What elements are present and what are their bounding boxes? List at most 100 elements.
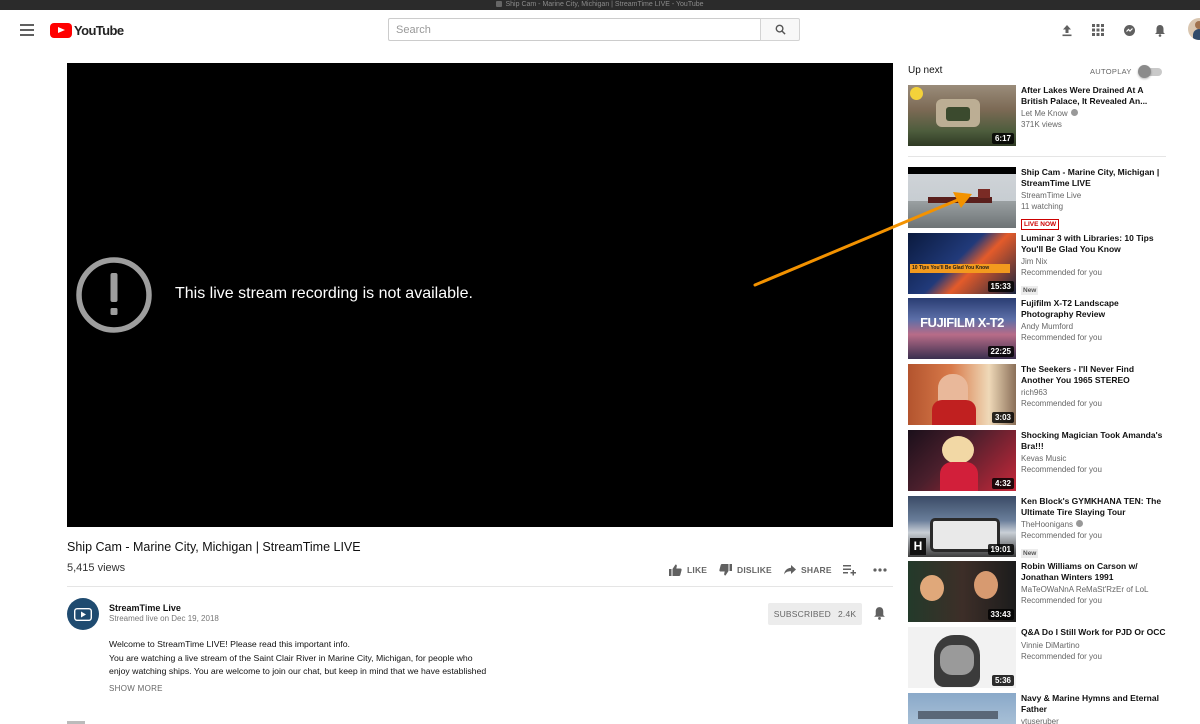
- video-duration: 22:25: [987, 346, 1014, 357]
- more-actions-button[interactable]: [873, 568, 887, 572]
- search-bar: [388, 18, 800, 41]
- video-card-title[interactable]: Ship Cam - Marine City, Michigan | Strea…: [1021, 167, 1166, 188]
- video-title: Ship Cam - Marine City, Michigan | Strea…: [67, 540, 361, 554]
- messages-icon[interactable]: [1121, 22, 1137, 38]
- favicon-icon: [496, 1, 503, 7]
- autoplay-toggle[interactable]: [1138, 65, 1162, 78]
- video-card-title[interactable]: After Lakes Were Drained At A British Pa…: [1021, 85, 1166, 106]
- video-thumbnail[interactable]: 33:43: [908, 561, 1016, 622]
- video-card-title[interactable]: Luminar 3 with Libraries: 10 Tips You'll…: [1021, 233, 1166, 254]
- up-next-heading: Up next: [908, 65, 943, 76]
- show-more-button[interactable]: SHOW MORE: [109, 684, 163, 693]
- video-thumbnail[interactable]: 6:17: [908, 85, 1016, 146]
- video-card-channel: MaTeOWaNnA ReMaSt'RzEr of LoL: [1021, 585, 1149, 594]
- video-card-watching: 11 watching: [1021, 202, 1064, 211]
- video-card-title[interactable]: Q&A Do I Still Work for PJD Or OCC: [1021, 627, 1166, 638]
- video-card[interactable]: 33:43 Robin Williams on Carson w/ Jonath…: [908, 561, 1166, 623]
- play-icon: [74, 607, 92, 621]
- video-thumbnail[interactable]: 3:03: [908, 364, 1016, 425]
- thumbs-up-icon: [669, 564, 682, 576]
- video-card-channel: vtuseruber: [1021, 717, 1059, 724]
- menu-icon[interactable]: [20, 24, 34, 36]
- video-duration: 5:36: [991, 675, 1014, 686]
- video-player[interactable]: This live stream recording is not availa…: [67, 63, 893, 527]
- logo-text: YouTube: [74, 22, 124, 38]
- video-card[interactable]: 10 Tips You'll Be Glad You Know 15:33 Lu…: [908, 233, 1166, 295]
- up-next-video-card[interactable]: 6:17 After Lakes Were Drained At A Briti…: [908, 85, 1166, 147]
- upload-icon[interactable]: [1059, 22, 1075, 38]
- video-card[interactable]: 5:36 Q&A Do I Still Work for PJD Or OCC …: [908, 627, 1166, 689]
- stream-date: Streamed live on Dec 19, 2018: [109, 614, 219, 623]
- video-duration: 15:33: [987, 281, 1014, 292]
- youtube-logo[interactable]: YouTube: [50, 22, 124, 38]
- search-button[interactable]: [760, 18, 800, 41]
- video-card-channel: rich963: [1021, 388, 1048, 397]
- browser-tab-title: Ship Cam - Marine City, Michigan | Strea…: [505, 1, 704, 8]
- video-card-channel: TheHoonigans: [1021, 519, 1166, 530]
- video-card[interactable]: 3:03 The Seekers - I'll Never Find Anoth…: [908, 364, 1166, 426]
- video-thumbnail[interactable]: [908, 693, 1016, 724]
- player-error-message: This live stream recording is not availa…: [175, 285, 473, 302]
- video-thumbnail[interactable]: [908, 167, 1016, 228]
- subscribe-label: SUBSCRIBED: [773, 609, 831, 619]
- video-card-title[interactable]: Fujifilm X-T2 Landscape Photography Revi…: [1021, 298, 1166, 319]
- video-description: Welcome to StreamTime LIVE! Please read …: [109, 638, 509, 679]
- description-line: You are watching a live stream of the Sa…: [109, 652, 473, 663]
- new-badge: New: [1021, 549, 1039, 558]
- video-duration: 33:43: [987, 609, 1014, 620]
- video-card-reason: Recommended for you: [1021, 651, 1102, 661]
- video-card-title[interactable]: Ken Block's GYMKHANA TEN: The Ultimate T…: [1021, 496, 1166, 517]
- video-card[interactable]: H 19:01 Ken Block's GYMKHANA TEN: The Ul…: [908, 496, 1166, 558]
- video-card-channel: Vinnie DiMartino: [1021, 640, 1080, 650]
- video-thumbnail[interactable]: FUJIFILM X-T2 22:25: [908, 298, 1016, 359]
- dislike-label: DISLIKE: [737, 565, 772, 575]
- autoplay-label: AUTOPLAY: [1090, 67, 1132, 76]
- video-card-title[interactable]: Shocking Magician Took Amanda's Bra!!!: [1021, 430, 1166, 451]
- browser-tab[interactable]: Ship Cam - Marine City, Michigan | Strea…: [0, 0, 1200, 9]
- video-card-channel: StreamTime Live: [1021, 191, 1082, 200]
- like-button[interactable]: LIKE: [669, 564, 707, 576]
- new-badge: New: [1021, 286, 1039, 295]
- subscribe-button[interactable]: SUBSCRIBED 2.4K: [768, 603, 862, 625]
- search-input[interactable]: [388, 18, 760, 41]
- video-card[interactable]: Navy & Marine Hymns and Eternal Father v…: [908, 693, 1166, 724]
- add-to-playlist-button[interactable]: [843, 564, 856, 576]
- account-avatar[interactable]: [1188, 18, 1200, 40]
- divider: [67, 586, 893, 587]
- video-card[interactable]: 4:32 Shocking Magician Took Amanda's Bra…: [908, 430, 1166, 492]
- video-card-reason: Recommended for you: [1021, 399, 1102, 408]
- video-card-reason: Recommended for you: [1021, 596, 1102, 605]
- dislike-button[interactable]: DISLIKE: [719, 564, 772, 576]
- channel-bell-icon[interactable]: [873, 606, 887, 620]
- apps-icon[interactable]: [1090, 22, 1106, 38]
- video-card-channel: Let Me Know: [1021, 108, 1166, 119]
- subscriber-count: 2.4K: [837, 609, 857, 619]
- share-button[interactable]: SHARE: [784, 565, 832, 575]
- video-thumbnail[interactable]: 5:36: [908, 627, 1016, 688]
- video-duration: 6:17: [991, 133, 1014, 144]
- channel-name[interactable]: StreamTime Live: [109, 603, 181, 613]
- add-to-playlist-icon: [843, 564, 856, 575]
- error-icon: [76, 257, 152, 333]
- youtube-play-icon: [50, 22, 72, 38]
- thumbs-down-icon: [719, 564, 732, 576]
- thumbnail-caption: 10 Tips You'll Be Glad You Know: [910, 264, 1010, 273]
- like-label: LIKE: [687, 565, 708, 575]
- video-card-channel: Jim Nix: [1021, 257, 1048, 266]
- comments-header-hint: [67, 721, 85, 724]
- video-card-title[interactable]: The Seekers - I'll Never Find Another Yo…: [1021, 364, 1166, 385]
- thumbnail-caption: H: [910, 538, 926, 555]
- notifications-bell-icon[interactable]: [1152, 22, 1168, 38]
- video-card-reason: Recommended for you: [1021, 333, 1102, 342]
- video-card-reason: Recommended for you: [1021, 531, 1102, 540]
- live-now-badge: LIVE NOW: [1021, 219, 1060, 230]
- video-card-title[interactable]: Robin Williams on Carson w/ Jonathan Win…: [1021, 561, 1166, 582]
- video-card-title[interactable]: Navy & Marine Hymns and Eternal Father: [1021, 693, 1166, 714]
- video-thumbnail[interactable]: H 19:01: [908, 496, 1016, 557]
- channel-avatar[interactable]: [67, 598, 99, 630]
- video-thumbnail[interactable]: 10 Tips You'll Be Glad You Know 15:33: [908, 233, 1016, 294]
- video-card[interactable]: FUJIFILM X-T2 22:25 Fujifilm X-T2 Landsc…: [908, 298, 1166, 360]
- video-card[interactable]: Ship Cam - Marine City, Michigan | Strea…: [908, 167, 1166, 230]
- description-line: enjoy watching ships. You are welcome to…: [109, 666, 487, 676]
- video-thumbnail[interactable]: 4:32: [908, 430, 1016, 491]
